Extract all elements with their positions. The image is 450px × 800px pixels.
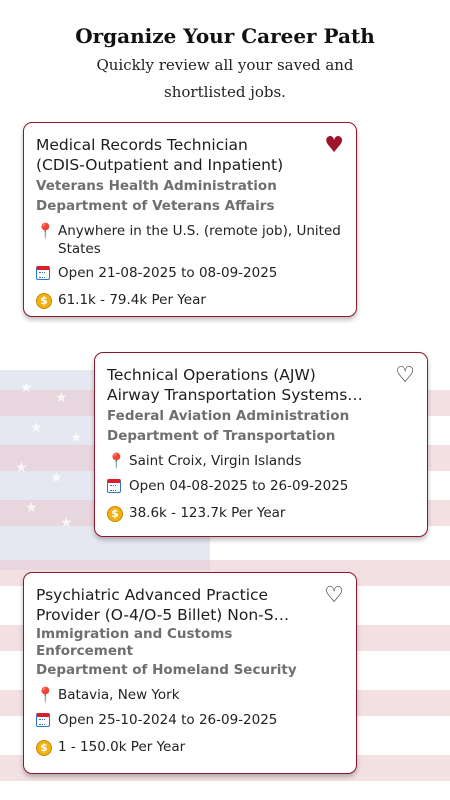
calendar-icon [36,713,50,727]
favorite-heart-icon[interactable]: ♥ [324,135,344,157]
dollar-coin-icon: $ [36,740,52,756]
job-department: Department of Transportation [107,428,336,444]
dollar-coin-icon: $ [36,293,52,309]
location-pin-icon: 📍 [107,452,126,470]
job-salary-row: $ 38.6k - 123.7k Per Year [107,504,415,522]
job-card[interactable]: Medical Records Technician (CDIS-Outpati… [23,122,357,317]
job-salary-row: $ 61.1k - 79.4k Per Year [36,291,344,309]
job-open-dates: Open 21-08-2025 to 08-09-2025 [58,265,278,281]
job-open-dates: Open 25-10-2024 to 26-09-2025 [58,712,278,728]
job-department: Department of Homeland Security [36,662,297,678]
job-card[interactable]: Technical Operations (AJW) Airway Transp… [94,352,428,537]
job-location-row: 📍 Batavia, New York [36,686,344,705]
job-location: Anywhere in the U.S. (remote job), Unite… [58,223,341,257]
page-title: Organize Your Career Path [75,24,375,48]
favorite-heart-icon[interactable]: ♡ [395,365,415,387]
job-open-row: Open 04-08-2025 to 26-09-2025 [107,477,415,498]
job-title: Technical Operations (AJW) Airway Transp… [107,366,363,404]
location-pin-icon: 📍 [36,686,55,704]
job-card[interactable]: Psychiatric Advanced Practice Provider (… [23,572,357,774]
calendar-icon [107,479,121,493]
location-pin-icon: 📍 [36,222,55,240]
job-salary: 38.6k - 123.7k Per Year [129,505,286,521]
job-location: Saint Croix, Virgin Islands [129,453,302,469]
job-agency: Veterans Health Administration [36,178,277,194]
page-header: Organize Your Career Path Quickly review… [0,24,450,106]
job-open-row: Open 25-10-2024 to 26-09-2025 [36,711,344,732]
job-open-dates: Open 04-08-2025 to 26-09-2025 [129,478,349,494]
job-department: Department of Veterans Affairs [36,198,275,214]
job-location-row: 📍 Anywhere in the U.S. (remote job), Uni… [36,222,344,258]
dollar-coin-icon: $ [107,506,123,522]
favorite-heart-icon[interactable]: ♡ [324,585,344,607]
job-title: Psychiatric Advanced Practice Provider (… [36,586,290,624]
page-subtitle: Quickly review all your saved and shortl… [96,56,354,101]
job-location: Batavia, New York [58,687,180,703]
job-title: Medical Records Technician (CDIS-Outpati… [36,136,284,174]
job-open-row: Open 21-08-2025 to 08-09-2025 [36,264,344,285]
job-agency: Federal Aviation Administration [107,408,350,424]
job-agency: Immigration and Customs Enforcement [36,626,233,659]
job-location-row: 📍 Saint Croix, Virgin Islands [107,452,415,471]
job-salary-row: $ 1 - 150.0k Per Year [36,738,344,756]
job-salary: 1 - 150.0k Per Year [58,739,186,755]
job-salary: 61.1k - 79.4k Per Year [58,292,206,308]
calendar-icon [36,266,50,280]
